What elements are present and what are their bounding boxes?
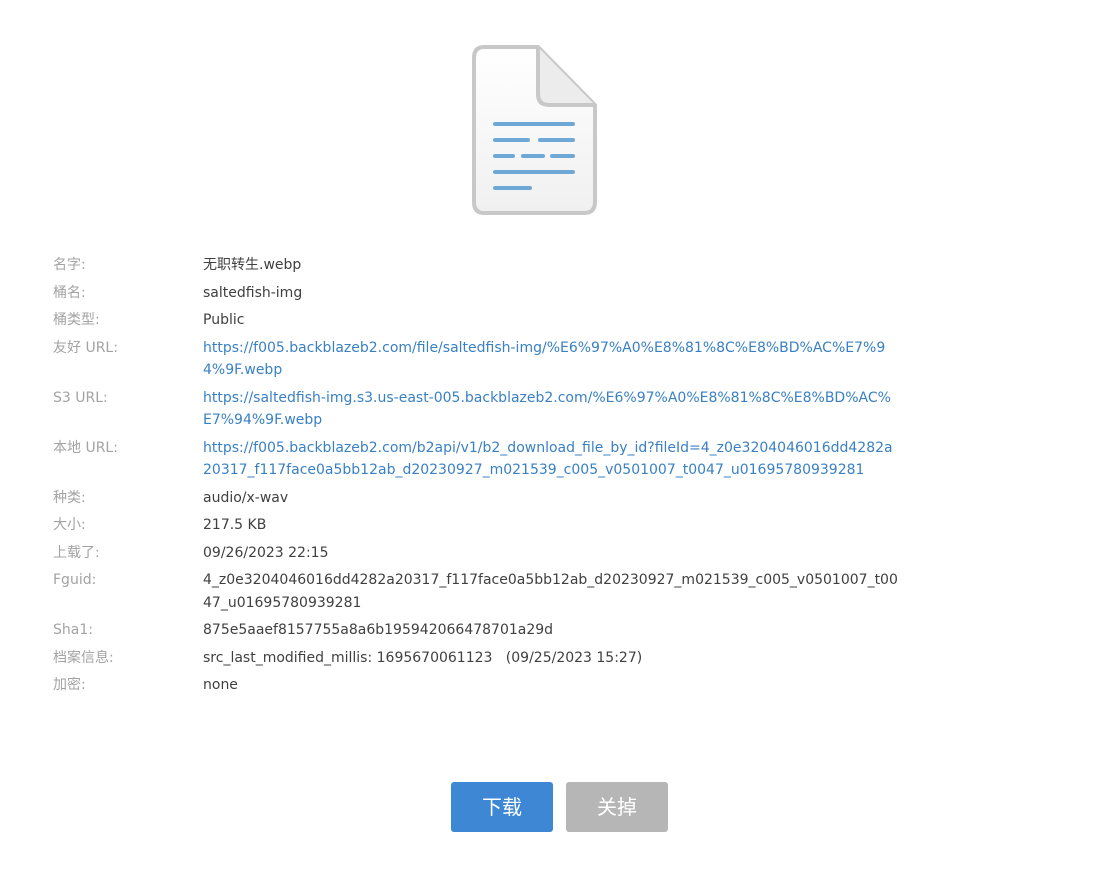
detail-label: 本地 URL: — [53, 439, 118, 456]
detail-label: 加密: — [53, 677, 86, 693]
friendly-url-link[interactable]: https://f005.backblazeb2.com/file/salted… — [203, 337, 898, 382]
detail-row-bucket-type: 桶类型: Public — [53, 309, 903, 332]
detail-label: Fguid: — [53, 572, 97, 588]
detail-value-sha1: 875e5aaef8157755a8a6b195942066478701a29d — [203, 622, 554, 638]
detail-value-name: 无职转生.webp — [203, 257, 302, 273]
close-button[interactable]: 关掉 — [566, 782, 668, 832]
detail-label: Sha1: — [53, 622, 93, 638]
detail-row-encryption: 加密: none — [53, 674, 903, 697]
document-icon — [470, 42, 602, 220]
detail-label: 大小: — [53, 517, 86, 533]
detail-row-fguid: Fguid: 4_z0e3204046016dd4282a20317_f117f… — [53, 569, 903, 614]
detail-value-size: 217.5 KB — [203, 517, 267, 533]
detail-value-type: audio/x-wav — [203, 489, 289, 506]
detail-label: 名字: — [53, 257, 86, 273]
detail-row-sha1: Sha1: 875e5aaef8157755a8a6b1959420664787… — [53, 619, 903, 642]
detail-row-size: 大小: 217.5 KB — [53, 514, 903, 537]
dialog-actions: 下载 关掉 — [451, 782, 668, 832]
detail-label: 桶类型: — [53, 312, 100, 328]
detail-value-encryption: none — [203, 677, 238, 693]
native-url-link[interactable]: https://f005.backblazeb2.com/b2api/v1/b2… — [203, 437, 898, 482]
detail-row-name: 名字: 无职转生.webp — [53, 254, 903, 277]
detail-row-friendly-url: 友好 URL: https://f005.backblazeb2.com/fil… — [53, 337, 903, 382]
detail-row-native-url: 本地 URL: https://f005.backblazeb2.com/b2a… — [53, 437, 903, 482]
detail-value-bucket-type: Public — [203, 312, 245, 328]
detail-label: 上载了: — [53, 544, 100, 561]
file-details: 名字: 无职转生.webp 桶名: saltedfish-img 桶类型: Pu… — [53, 254, 903, 702]
detail-row-s3-url: S3 URL: https://saltedfish-img.s3.us-eas… — [53, 387, 903, 432]
detail-label: 友好 URL: — [53, 339, 118, 356]
detail-label: S3 URL: — [53, 389, 108, 406]
detail-row-uploaded: 上载了: 09/26/2023 22:15 — [53, 542, 903, 565]
detail-label: 桶名: — [53, 284, 86, 301]
detail-value-fguid: 4_z0e3204046016dd4282a20317_f117face0a5b… — [203, 572, 898, 611]
detail-row-type: 种类: audio/x-wav — [53, 487, 903, 510]
detail-row-file-info: 档案信息: src_last_modified_millis: 16956700… — [53, 647, 903, 670]
detail-label: 种类: — [53, 489, 86, 506]
detail-label: 档案信息: — [53, 649, 114, 666]
detail-value-file-info: src_last_modified_millis: 1695670061123 … — [203, 649, 643, 666]
detail-row-bucket-name: 桶名: saltedfish-img — [53, 282, 903, 305]
detail-value-uploaded: 09/26/2023 22:15 — [203, 544, 329, 561]
download-button[interactable]: 下载 — [451, 782, 553, 832]
detail-value-bucket-name: saltedfish-img — [203, 284, 303, 301]
s3-url-link[interactable]: https://saltedfish-img.s3.us-east-005.ba… — [203, 387, 898, 432]
